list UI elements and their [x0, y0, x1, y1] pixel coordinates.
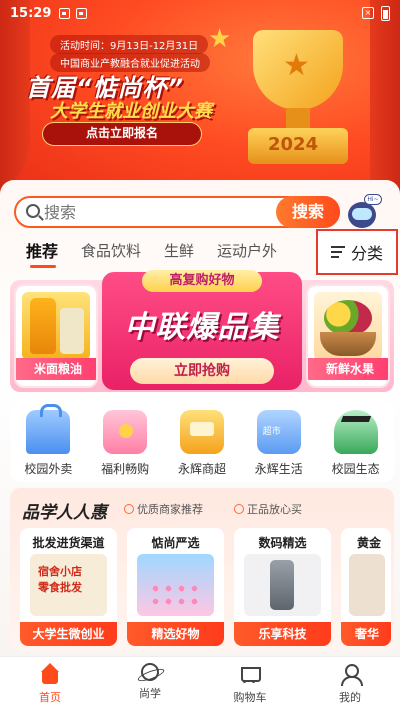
tab-fresh[interactable]: 生鲜 [164, 240, 194, 261]
service-campus-ecology[interactable]: 校园生态 [320, 410, 392, 482]
curtain-right-decoration [370, 0, 400, 200]
category-label: 分类 [350, 244, 383, 263]
signup-button[interactable]: 点击立即报名 [42, 122, 202, 146]
promo-title: 中联爆品集 [124, 310, 280, 345]
trophy-year: 2024 [268, 134, 319, 155]
benefit-cards: 批发进货渠道 大学生微创业 惦尚严选 精选好物 数码精选 乐享科技 黄金 奢华 [20, 528, 394, 648]
promo-card-fruit[interactable]: 新鲜水果 [306, 284, 390, 388]
hero-banner[interactable]: 活动时间：9月13日-12月31日 中国商业产教融合就业促进活动 首届“惦尚杯”… [0, 0, 400, 200]
gift-bag-icon [103, 410, 148, 454]
takeout-bag-icon [26, 404, 71, 454]
service-grid: 校园外卖 福利畅购 永辉商超 永辉生活 校园生态 [10, 402, 394, 482]
planet-icon [141, 663, 159, 681]
fruit-image [314, 292, 382, 360]
section-title: 品学人人惠 [22, 503, 107, 523]
user-icon [339, 663, 363, 686]
phone-image [244, 554, 321, 616]
search-input[interactable] [44, 201, 264, 223]
grain-oil-image [22, 292, 90, 360]
wholesale-image [30, 554, 107, 616]
fruit-label: 新鲜水果 [308, 358, 388, 380]
bottom-nav: 首页 尚学 购物车 我的 [0, 656, 400, 711]
search-bar[interactable]: 搜索 [14, 196, 340, 228]
shopping-basket-icon [256, 410, 301, 454]
buy-now-button[interactable]: 立即抢购 [130, 358, 274, 384]
service-welfare-shopping[interactable]: 福利畅购 [89, 410, 161, 482]
nav-cart[interactable]: 购物车 [215, 663, 285, 711]
card-selected[interactable]: 惦尚严选 精选好物 [127, 528, 224, 646]
nav-profile[interactable]: 我的 [315, 663, 385, 711]
search-button[interactable]: 搜索 [276, 196, 340, 228]
tab-recommend[interactable]: 推荐 [26, 238, 58, 268]
category-tabs: 推荐 食品饮料 生鲜 运动户外 [26, 238, 300, 268]
notification-icon [59, 7, 71, 19]
tab-sports-outdoor[interactable]: 运动户外 [217, 240, 277, 261]
gold-image [349, 554, 385, 616]
status-bar: 15:29 × [0, 0, 400, 26]
notification-icon [76, 7, 88, 19]
assistant-robot-icon[interactable]: Hi~ [344, 194, 382, 230]
promo-card-grain-oil[interactable]: 米面粮油 [14, 284, 98, 388]
card-digital[interactable]: 数码精选 乐享科技 [234, 528, 331, 646]
graduation-cap-icon [333, 410, 378, 454]
check-icon [124, 504, 134, 514]
category-button[interactable]: 分类 [316, 229, 398, 275]
card-gold[interactable]: 黄金 奢华 [341, 528, 391, 646]
card-wholesale[interactable]: 批发进货渠道 大学生微创业 [20, 528, 117, 646]
benefits-section: 品学人人惠 优质商家推荐 正品放心买 批发进货渠道 大学生微创业 惦尚严选 精选… [10, 488, 394, 652]
tab-food-drinks[interactable]: 食品饮料 [81, 240, 141, 261]
grain-oil-label: 米面粮油 [16, 358, 96, 380]
menu-icon [330, 246, 345, 258]
service-yonghui-supermarket[interactable]: 永辉商超 [166, 410, 238, 482]
home-icon [39, 663, 61, 685]
trophy-icon: ★ 2024 [238, 30, 358, 180]
promo-tagline: 高复购好物 [142, 270, 262, 292]
event-date: 活动时间：9月13日-12月31日 [50, 35, 209, 54]
signal-icon: × [362, 7, 374, 19]
assistant-bubble: Hi~ [364, 194, 382, 205]
star-icon: ★ [208, 24, 232, 54]
event-subline: 大学生就业创业大赛 [50, 101, 212, 122]
nav-home[interactable]: 首页 [15, 663, 85, 711]
battery-icon [381, 5, 390, 21]
nav-learn[interactable]: 尚学 [115, 663, 185, 711]
selected-image [137, 554, 214, 616]
service-yonghui-life[interactable]: 永辉生活 [243, 410, 315, 482]
service-campus-takeout[interactable]: 校园外卖 [12, 404, 84, 482]
badge-genuine-product: 正品放心买 [234, 501, 302, 517]
cart-icon [239, 663, 261, 685]
search-icon [26, 204, 40, 218]
promo-banner[interactable]: 米面粮油 高复购好物 中联爆品集 立即抢购 新鲜水果 [10, 270, 394, 392]
status-time: 15:29 [10, 5, 52, 21]
supermarket-icon [179, 410, 224, 454]
badge-quality-merchant: 优质商家推荐 [124, 501, 203, 517]
check-icon [234, 504, 244, 514]
